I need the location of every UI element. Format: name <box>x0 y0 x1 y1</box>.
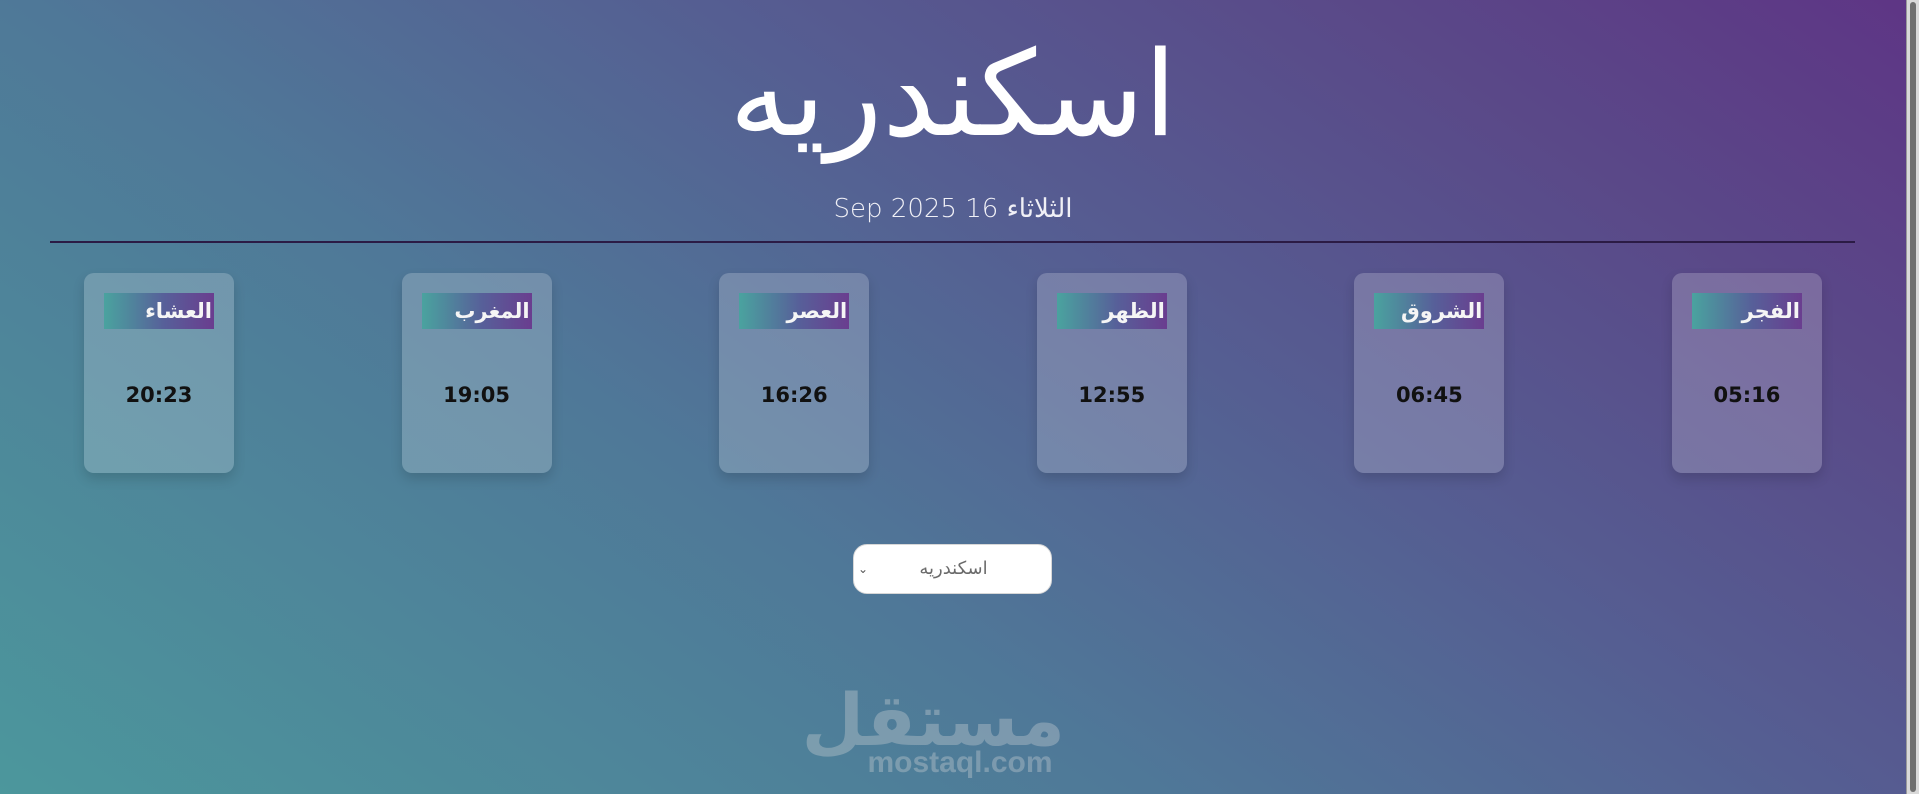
vertical-scrollbar[interactable] <box>1906 0 1919 794</box>
prayer-time: 06:45 <box>1395 383 1463 407</box>
divider <box>50 241 1855 243</box>
mostaql-watermark: مستقل mostaql.com <box>802 680 1065 780</box>
prayer-time: 05:16 <box>1713 383 1781 407</box>
prayer-name: الشروق <box>1374 293 1485 329</box>
page-title: اسكندريه <box>729 25 1177 163</box>
city-select-value: اسكندريه <box>919 558 988 579</box>
prayer-name: المغرب <box>421 293 532 329</box>
chevron-down-icon: ⌄ <box>858 562 869 576</box>
scrollbar-thumb[interactable] <box>1910 2 1916 792</box>
prayer-card-dhuhr: الظهر 12:55 <box>1036 273 1187 473</box>
prayer-time: 20:23 <box>125 383 193 407</box>
city-select[interactable]: اسكندريه ⌄ <box>853 544 1052 594</box>
prayer-card-sunrise: الشروق 06:45 <box>1354 273 1505 473</box>
prayer-card-maghrib: المغرب 19:05 <box>401 273 552 473</box>
prayer-card-isha: العشاء 20:23 <box>84 273 234 473</box>
prayer-time: 19:05 <box>443 383 511 407</box>
prayer-name: العشاء <box>104 293 214 329</box>
prayer-card-asr: العصر 16:26 <box>719 273 870 473</box>
prayer-name: الظهر <box>1056 293 1167 329</box>
prayer-time: 16:26 <box>760 383 828 407</box>
prayer-card-fajr: الفجر 05:16 <box>1671 273 1822 473</box>
prayer-cards: الفجر 05:16 الشروق 06:45 الظهر 12:55 الع… <box>84 273 1822 473</box>
date-text: الثلاثاء 16 Sep 2025 <box>833 194 1073 224</box>
prayer-name: الفجر <box>1691 293 1802 329</box>
watermark-latin: mostaql.com <box>867 746 1053 779</box>
prayer-time: 12:55 <box>1078 383 1146 407</box>
prayer-times-page: اسكندريه الثلاثاء 16 Sep 2025 الفجر 05:1… <box>0 0 1906 794</box>
prayer-name: العصر <box>739 293 850 329</box>
